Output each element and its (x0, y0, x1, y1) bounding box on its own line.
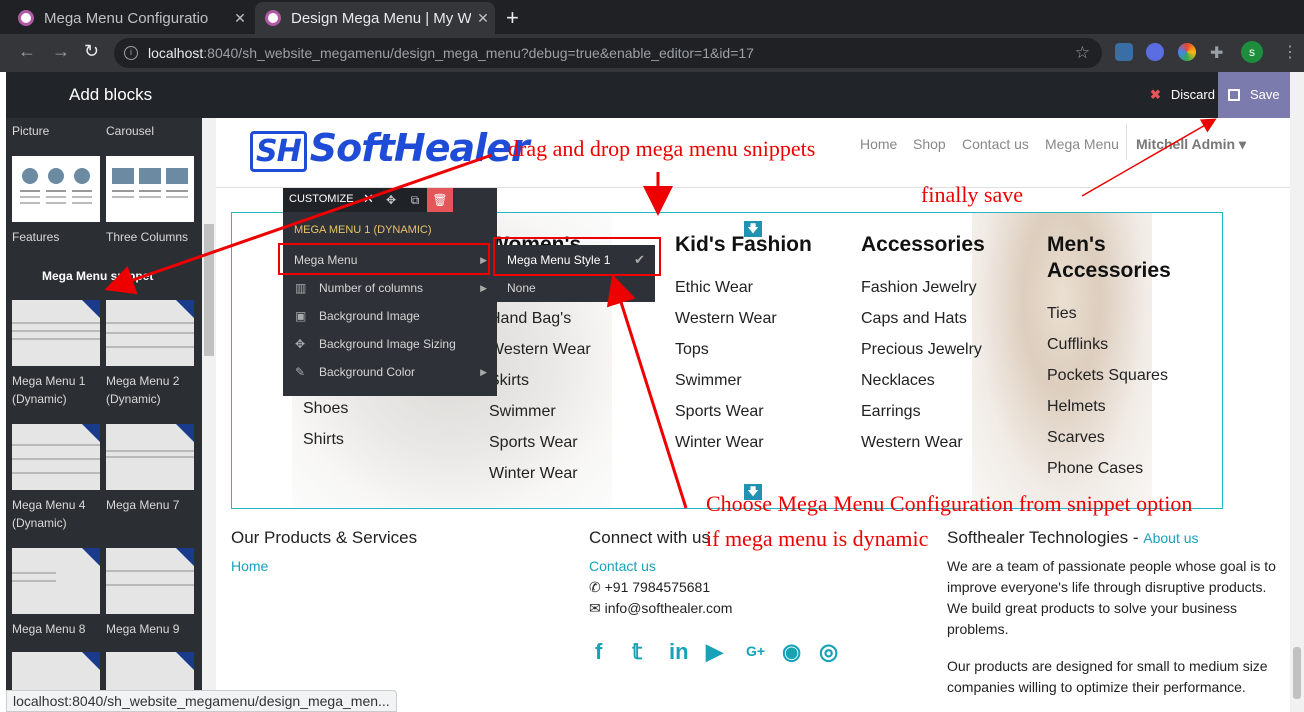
arrow-to-submenu (606, 274, 688, 509)
arrow-to-save (1081, 118, 1217, 197)
status-bar-url: localhost:8040/sh_website_megamenu/desig… (6, 690, 397, 712)
annotation-arrows (104, 118, 1217, 509)
arrow-to-snippets (104, 153, 493, 295)
